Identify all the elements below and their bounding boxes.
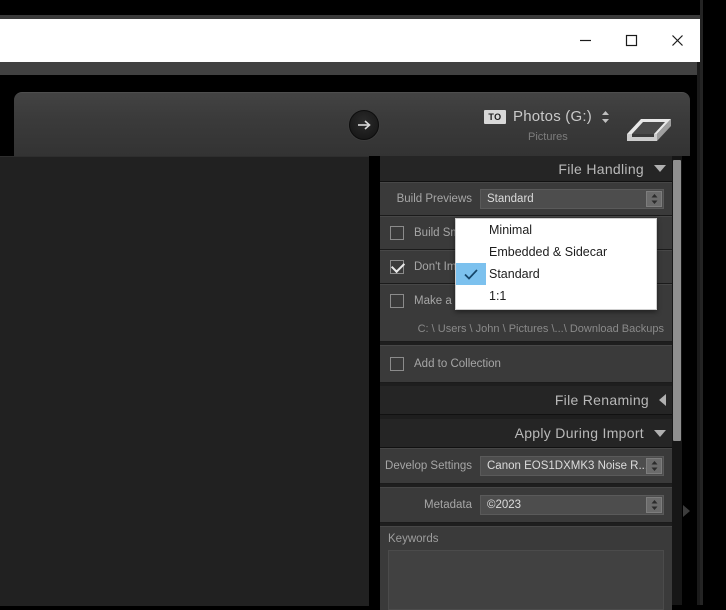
label-dont-import-duplicates: Don't Im xyxy=(414,261,457,273)
panel-title-file-handling: File Handling xyxy=(558,160,644,177)
arrow-right-circle-icon[interactable] xyxy=(349,110,379,140)
updown-spinner-icon[interactable] xyxy=(646,191,662,207)
dropdown-item-one-to-one[interactable]: 1:1 xyxy=(456,285,656,307)
dropdown-check-slot xyxy=(456,241,486,263)
dropdown-item-label: Minimal xyxy=(489,223,533,237)
triangle-down-icon[interactable] xyxy=(654,429,666,437)
develop-settings-combobox[interactable]: Canon EOS1DXMK3 Noise R... xyxy=(480,456,664,476)
build-previews-dropdown[interactable]: Minimal Embedded & Sidecar Standard 1:1 xyxy=(455,218,657,310)
checkbox-dont-import-duplicates[interactable] xyxy=(390,260,404,274)
dropdown-item-label: Standard xyxy=(489,267,540,281)
label-keywords: Keywords xyxy=(388,533,439,545)
row-metadata[interactable]: Metadata ©2023 xyxy=(380,487,672,523)
checkbox-make-second-copy[interactable] xyxy=(390,294,404,308)
label-build-smart-previews: Build Sm xyxy=(414,227,461,239)
triangle-right-icon[interactable] xyxy=(683,505,690,517)
triangle-left-icon[interactable] xyxy=(659,394,666,406)
maximize-icon[interactable] xyxy=(608,19,654,62)
window-edge-right xyxy=(700,0,703,605)
check-icon xyxy=(456,263,486,285)
minimize-icon[interactable] xyxy=(562,19,608,62)
hard-drive-icon xyxy=(621,110,675,146)
row-second-copy-path[interactable]: C: \ Users \ John \ Pictures \...\ Downl… xyxy=(380,317,672,342)
panel-header-apply-during-import[interactable]: Apply During Import xyxy=(380,419,672,448)
import-grid-pane[interactable] xyxy=(0,156,369,606)
panel-header-file-handling[interactable]: File Handling xyxy=(380,156,672,182)
updown-spinner-icon[interactable] xyxy=(646,497,662,513)
checkbox-build-smart-previews[interactable] xyxy=(390,226,404,240)
build-previews-value: Standard xyxy=(487,193,534,205)
second-copy-path: C: \ Users \ John \ Pictures \...\ Downl… xyxy=(417,323,664,335)
develop-settings-value: Canon EOS1DXMK3 Noise R... xyxy=(487,460,649,472)
label-build-previews: Build Previews xyxy=(396,193,472,205)
destination-spinner-icon[interactable] xyxy=(601,110,610,124)
panel-title-file-renaming: File Renaming xyxy=(554,392,649,408)
row-develop-settings[interactable]: Develop Settings Canon EOS1DXMK3 Noise R… xyxy=(380,448,672,484)
destination-subfolder: Pictures xyxy=(528,131,568,143)
row-add-to-collection[interactable]: Add to Collection xyxy=(380,345,672,383)
metadata-combobox[interactable]: ©2023 xyxy=(480,495,664,515)
label-add-to-collection: Add to Collection xyxy=(414,358,501,370)
window-chrome-band xyxy=(0,62,700,75)
pane-divider xyxy=(369,156,380,605)
build-previews-combobox[interactable]: Standard xyxy=(480,189,664,209)
updown-spinner-icon[interactable] xyxy=(646,458,662,474)
label-develop-settings: Develop Settings xyxy=(385,460,472,472)
panel-header-file-renaming[interactable]: File Renaming xyxy=(380,386,672,415)
keywords-input[interactable] xyxy=(388,550,664,610)
dropdown-item-label: Embedded & Sidecar xyxy=(489,245,608,259)
keywords-block: Keywords xyxy=(380,526,672,610)
screen: TO Photos (G:) Pictures File Handling Bu… xyxy=(0,0,726,610)
label-metadata: Metadata xyxy=(424,499,472,511)
checkbox-add-to-collection[interactable] xyxy=(390,357,404,371)
to-badge: TO xyxy=(484,110,506,124)
triangle-down-icon[interactable] xyxy=(654,165,666,172)
dropdown-check-slot xyxy=(456,285,486,307)
window-chrome-gap xyxy=(0,75,700,92)
window-titlebar[interactable] xyxy=(0,19,700,62)
destination-name[interactable]: Photos (G:) xyxy=(513,108,592,125)
dropdown-item-standard[interactable]: Standard xyxy=(456,263,656,285)
panel-scrollbar-thumb[interactable] xyxy=(673,160,681,441)
metadata-value: ©2023 xyxy=(487,499,522,511)
dropdown-item-label: 1:1 xyxy=(489,289,507,303)
row-build-previews[interactable]: Build Previews Standard xyxy=(380,182,672,216)
close-icon[interactable] xyxy=(654,19,700,62)
dropdown-check-slot xyxy=(456,219,486,241)
dropdown-item-embedded-sidecar[interactable]: Embedded & Sidecar xyxy=(456,241,656,263)
dropdown-item-minimal[interactable]: Minimal xyxy=(456,219,656,241)
panel-title-apply-during-import: Apply During Import xyxy=(514,425,644,441)
